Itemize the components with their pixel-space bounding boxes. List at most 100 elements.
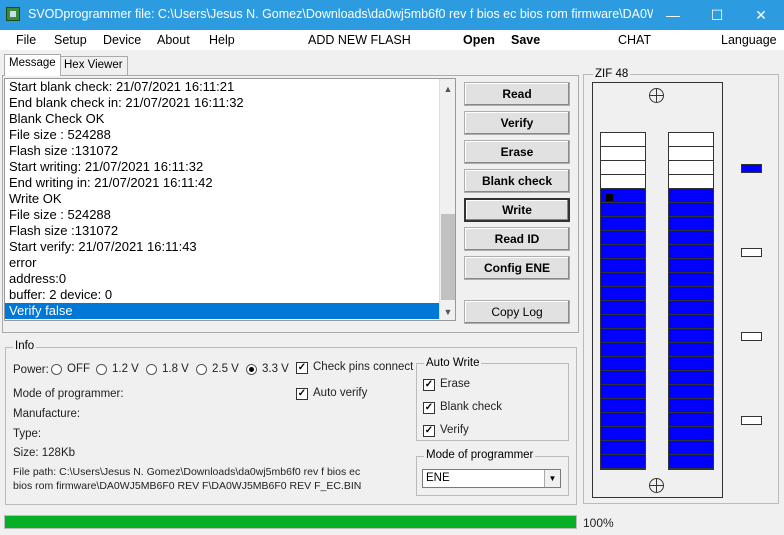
power-1v2-radio[interactable] [96,364,107,375]
zif-pin [601,273,645,287]
indicator-1 [741,164,762,173]
power-3v3-radio[interactable] [246,364,257,375]
menu-add-new-flash[interactable]: ADD NEW FLASH [308,33,411,47]
menu-file[interactable]: File [16,33,36,47]
log-line[interactable]: Write OK [5,191,455,207]
zif-pin [669,427,713,441]
verify-button[interactable]: Verify [464,111,570,135]
log-line[interactable]: File size : 524288 [5,207,455,223]
write-button[interactable]: Write [464,198,570,222]
power-2v5-radio[interactable] [196,364,207,375]
power-off-label: OFF [67,363,90,375]
log-line[interactable]: Flash size :131072 [5,143,455,159]
power-1v8-radio[interactable] [146,364,157,375]
zif-pin [601,413,645,427]
type-label: Type: [13,428,42,440]
auto-erase-checkbox[interactable]: ✓ [423,379,435,391]
zif-pin [669,441,713,455]
auto-write-label: Auto Write [424,357,482,369]
log-line[interactable]: buffer: 2 device: 0 [5,287,455,303]
title-bar: SVODprogrammer file: C:\Users\Jesus N. G… [0,0,784,30]
zif-pin [601,161,645,175]
power-1v2-label: 1.2 V [112,363,139,375]
maximize-button[interactable]: ☐ [694,0,740,30]
zif-pin [601,357,645,371]
log-line[interactable]: Verify false [5,303,455,319]
log-line[interactable]: End blank check in: 21/07/2021 16:11:32 [5,95,455,111]
zif-pin [669,287,713,301]
scroll-up-icon[interactable]: ▲ [440,81,455,97]
scroll-thumb[interactable] [441,214,455,300]
zif-pin [601,343,645,357]
log-line[interactable]: File size : 524288 [5,127,455,143]
log-scrollbar[interactable]: ▲ ▼ [439,79,455,320]
close-button[interactable]: ✕ [738,0,784,30]
menu-language[interactable]: Language [721,33,777,47]
log-line[interactable]: Start writing: 21/07/2021 16:11:32 [5,159,455,175]
zif-pin [669,259,713,273]
zif-pin [601,287,645,301]
mode-select[interactable]: ENE ▼ [422,469,561,488]
indicator-4 [741,416,762,425]
menu-about[interactable]: About [157,33,190,47]
menu-setup[interactable]: Setup [54,33,87,47]
zif-pin [601,203,645,217]
auto-blank-check-checkbox[interactable]: ✓ [423,402,435,414]
menu-device[interactable]: Device [103,33,141,47]
info-group-label: Info [13,340,37,352]
progress-percent: 100% [583,516,614,530]
scroll-down-icon[interactable]: ▼ [440,304,455,320]
auto-verify-write-checkbox[interactable]: ✓ [423,425,435,437]
socket-screw-top-icon [649,88,664,103]
tab-hex-viewer[interactable]: Hex Viewer [59,56,128,76]
progress-bar [4,515,577,529]
mode-of-programmer-label: Mode of programmer: [13,388,124,400]
menu-chat[interactable]: CHAT [618,33,651,47]
zif-pin [669,217,713,231]
check-pins-checkbox[interactable]: ✓ [296,362,308,374]
pin-column-right [668,132,714,470]
power-1v8-label: 1.8 V [162,363,189,375]
message-log[interactable]: Start blank check: 21/07/2021 16:11:21 En… [4,78,456,321]
zif-pin [669,455,713,469]
config-ene-button[interactable]: Config ENE [464,256,570,280]
size-label: Size: 128Kb [13,447,76,459]
socket-screw-bottom-icon [649,478,664,493]
power-off-radio[interactable] [51,364,62,375]
log-line[interactable]: Flash size :131072 [5,223,455,239]
blank-check-button[interactable]: Blank check [464,169,570,193]
log-line[interactable]: error [5,255,455,271]
zif-pin [601,301,645,315]
zif-pin [669,189,713,203]
progress-fill [5,516,576,528]
read-id-button[interactable]: Read ID [464,227,570,251]
zif-pin [601,427,645,441]
zif-pin [669,385,713,399]
app-icon [6,7,20,21]
auto-verify-checkbox[interactable]: ✓ [296,388,308,400]
log-line[interactable]: address:0 [5,271,455,287]
zif-pin [669,245,713,259]
tab-message[interactable]: Message [4,54,61,76]
mode-select-value: ENE [426,472,450,484]
zif-pin [601,147,645,161]
erase-button[interactable]: Erase [464,140,570,164]
auto-blank-check-label: Blank check [440,401,503,413]
menu-save[interactable]: Save [511,33,540,47]
chevron-down-icon[interactable]: ▼ [544,470,560,487]
zif-pin [669,315,713,329]
menu-help[interactable]: Help [209,33,235,47]
mode-group-label: Mode of programmer [424,449,536,461]
zif-pin [601,399,645,413]
zif-label: ZIF 48 [593,68,631,80]
read-button[interactable]: Read [464,82,570,106]
copy-log-button[interactable]: Copy Log [464,300,570,324]
log-line[interactable]: Blank Check OK [5,111,455,127]
menu-open[interactable]: Open [463,33,495,47]
zif-pin [601,175,645,189]
minimize-button[interactable]: — [650,0,696,30]
pin-column-left [600,132,646,470]
log-line[interactable]: End writing in: 21/07/2021 16:11:42 [5,175,455,191]
log-line[interactable]: Start verify: 21/07/2021 16:11:43 [5,239,455,255]
log-line[interactable]: Start blank check: 21/07/2021 16:11:21 [5,79,455,95]
